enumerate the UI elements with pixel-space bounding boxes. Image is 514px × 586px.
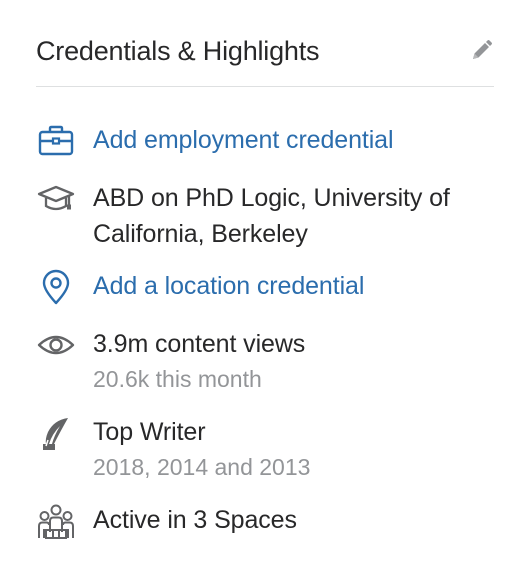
top-writer-title: Top Writer — [93, 418, 206, 446]
edit-pencil-icon[interactable] — [468, 38, 494, 64]
people-icon — [36, 502, 76, 542]
add-employment-credential-link[interactable]: Add employment credential — [93, 122, 493, 158]
spaces-activity-text[interactable]: Active in 3 Spaces — [93, 502, 493, 538]
graduation-cap-icon — [36, 180, 76, 220]
location-pin-icon — [36, 268, 76, 308]
content-views-count: 3.9m content views — [93, 330, 306, 358]
content-views-this-month: 20.6k this month — [93, 366, 262, 392]
add-location-credential-link[interactable]: Add a location credential — [93, 268, 493, 304]
panel-title: Credentials & Highlights — [36, 36, 320, 66]
panel-header: Credentials & Highlights — [36, 30, 494, 87]
education-credential-text: ABD on PhD Logic, University of Californ… — [93, 184, 450, 248]
credentials-panel: Credentials & Highlights Add employment … — [0, 0, 514, 586]
top-writer-years: 2018, 2014 and 2013 — [93, 454, 311, 480]
eye-icon — [36, 326, 76, 366]
quill-icon — [36, 414, 76, 454]
briefcase-icon — [36, 122, 76, 162]
